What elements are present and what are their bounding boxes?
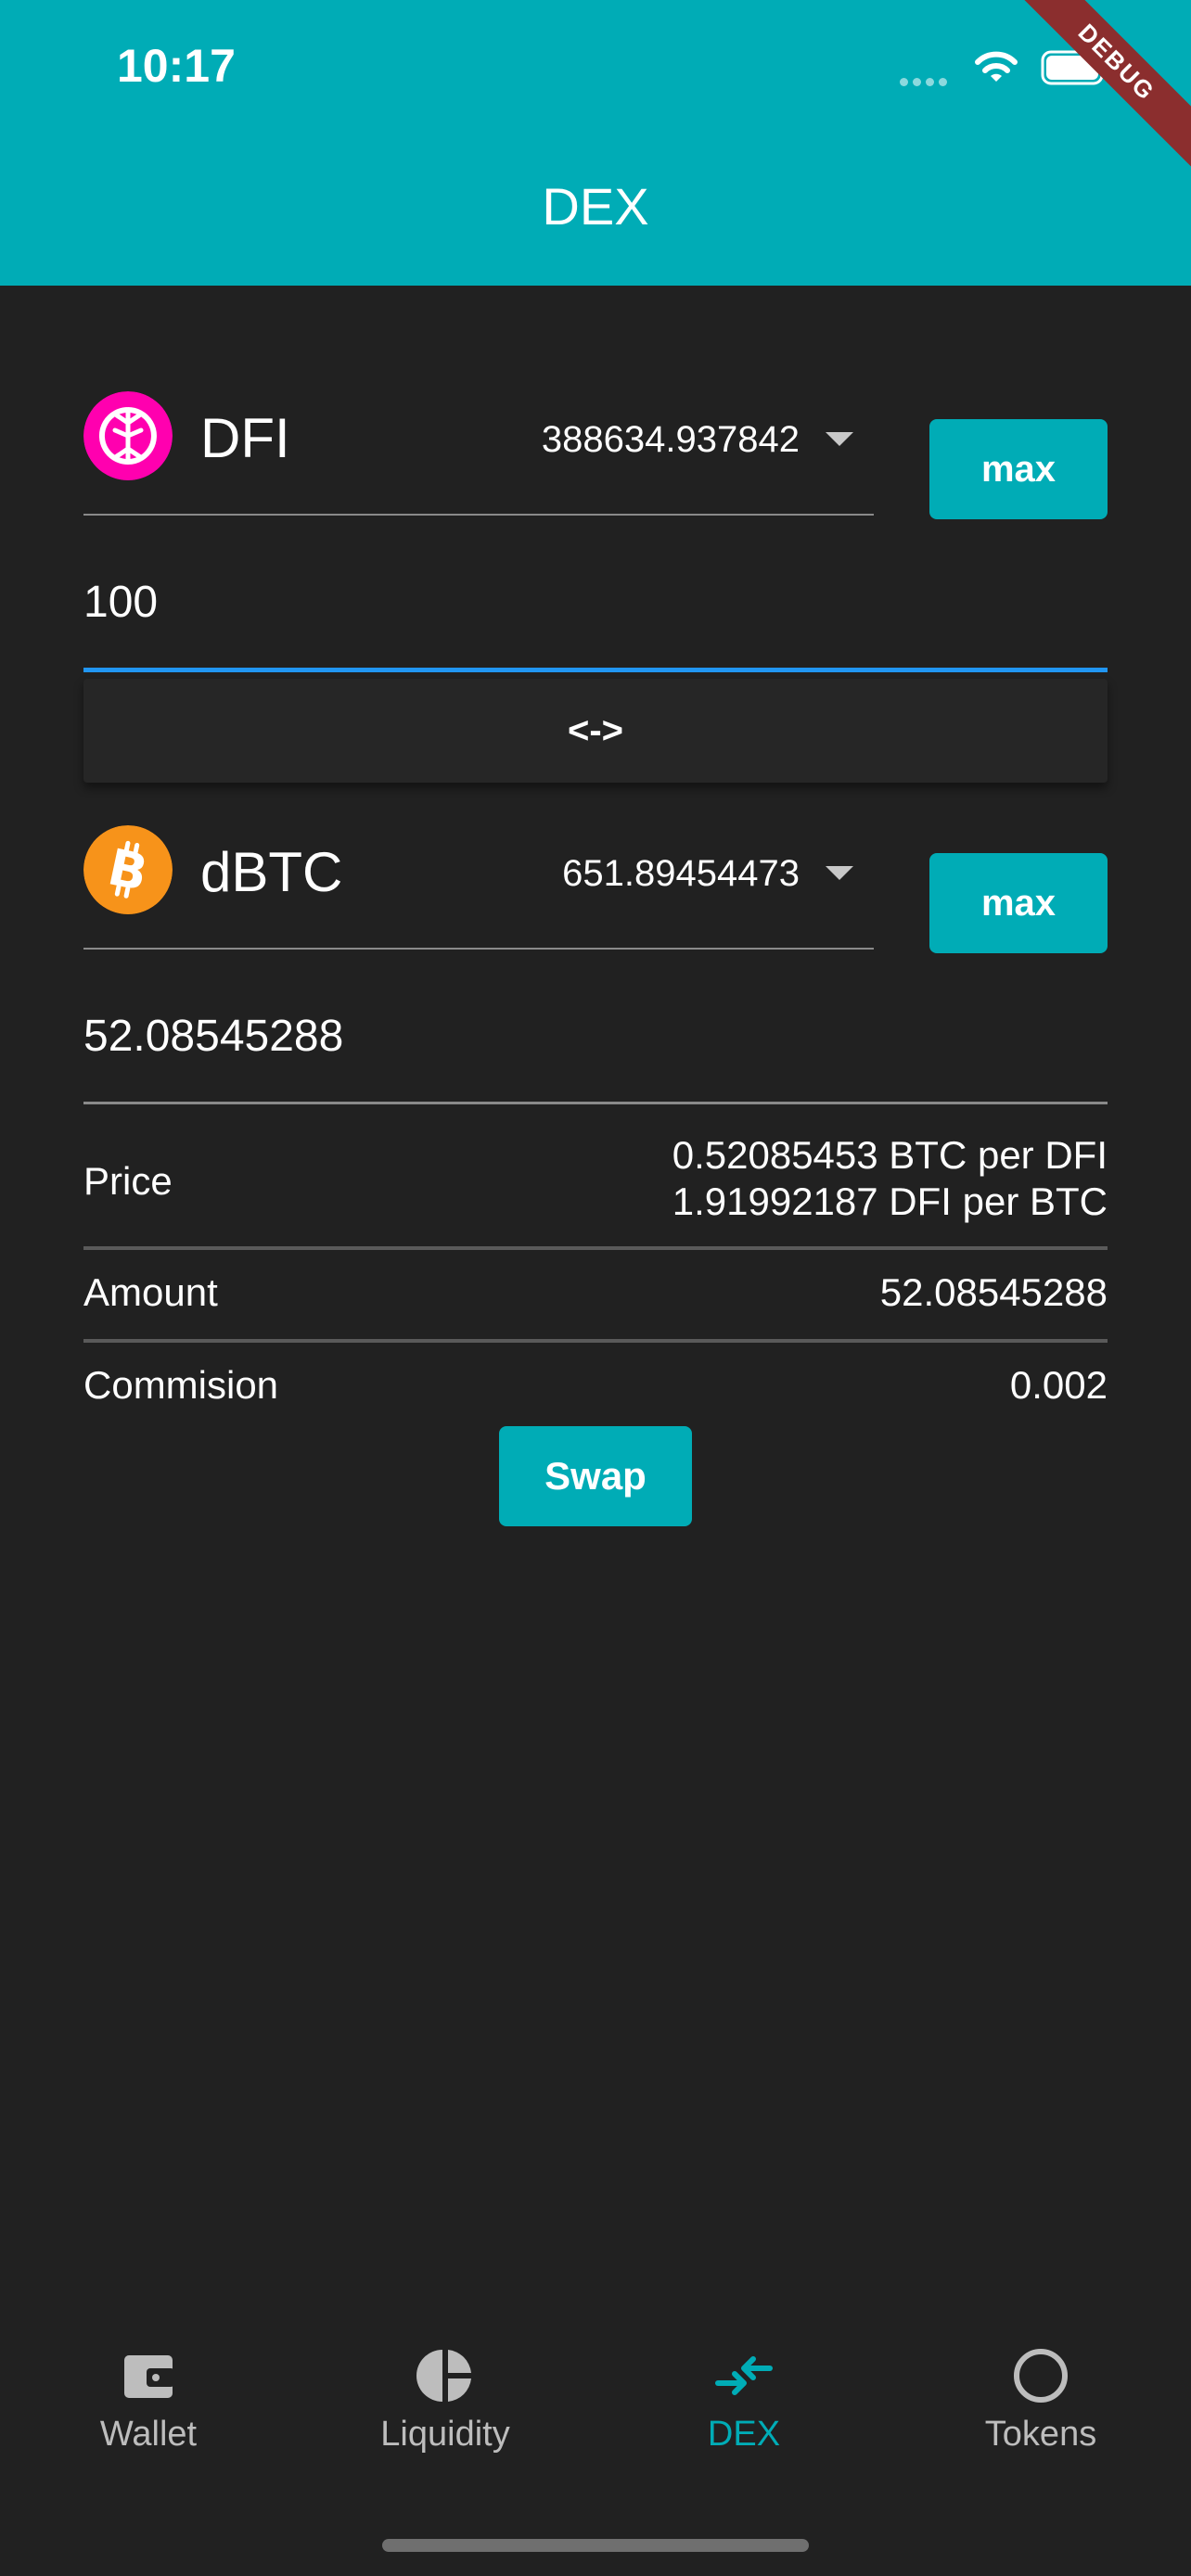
circle-icon: [1014, 2349, 1068, 2403]
defichain-icon: [83, 391, 173, 480]
from-token-balance: 388634.937842: [541, 419, 800, 460]
commission-label: Commision: [83, 1363, 279, 1407]
commission-row: Commision 0.002: [83, 1363, 1108, 1409]
nav-label-wallet: Wallet: [99, 2415, 198, 2454]
to-token-selector[interactable]: B dBTC 651.89454473: [83, 814, 874, 925]
from-amount-underline: [83, 668, 1108, 672]
from-token-name: DFI: [200, 407, 290, 469]
app-bar: 10:17 DEX: [0, 0, 1191, 286]
commission-value: 0.002: [1009, 1363, 1108, 1407]
cellular-signal-icon: [900, 74, 952, 91]
amount-value: 52.08545288: [879, 1270, 1108, 1314]
to-token-balance: 651.89454473: [562, 853, 800, 894]
swap-direction-button[interactable]: <->: [83, 679, 1108, 783]
divider: [83, 1246, 1108, 1250]
swap-button[interactable]: Swap: [499, 1426, 692, 1526]
to-amount-input[interactable]: 52.08545288: [83, 1011, 1108, 1062]
price-row: Price 0.52085453 BTC per DFI 1.91992187 …: [83, 1133, 1108, 1223]
price-value-dfi-per-btc: 1.91992187 DFI per BTC: [672, 1180, 1108, 1223]
amount-row: Amount 52.08545288: [83, 1270, 1108, 1317]
divider: [83, 1339, 1108, 1343]
wifi-icon: [975, 51, 1018, 82]
nav-label-tokens: Tokens: [984, 2415, 1097, 2454]
nav-item-wallet[interactable]: Wallet: [0, 2346, 297, 2455]
to-amount-underline: [83, 1102, 1108, 1104]
bitcoin-icon: B: [83, 825, 173, 914]
chevron-down-icon: [826, 866, 853, 880]
wallet-icon: [124, 2355, 174, 2398]
to-token-underline: [83, 948, 874, 950]
from-token-selector[interactable]: DFI 388634.937842: [83, 380, 874, 491]
to-token-name: dBTC: [200, 841, 343, 903]
swap-arrows-icon: [715, 2356, 773, 2395]
nav-item-liquidity[interactable]: Liquidity: [297, 2346, 594, 2455]
from-token-underline: [83, 514, 874, 516]
status-time: 10:17: [117, 40, 236, 92]
home-indicator: [382, 2539, 809, 2552]
nav-item-tokens[interactable]: Tokens: [892, 2346, 1189, 2455]
price-value-btc-per-dfi: 0.52085453 BTC per DFI: [672, 1133, 1108, 1177]
nav-label-dex: DEX: [707, 2415, 781, 2454]
nav-label-liquidity: Liquidity: [380, 2415, 510, 2454]
chevron-down-icon: [826, 432, 853, 446]
pie-chart-icon: [416, 2350, 471, 2402]
from-amount-input[interactable]: 100: [83, 577, 1108, 628]
price-label: Price: [83, 1159, 173, 1203]
to-max-button[interactable]: max: [929, 853, 1108, 953]
nav-item-dex[interactable]: DEX: [596, 2346, 892, 2455]
from-max-button[interactable]: max: [929, 419, 1108, 519]
amount-label: Amount: [83, 1270, 218, 1314]
page-title: DEX: [542, 177, 649, 236]
